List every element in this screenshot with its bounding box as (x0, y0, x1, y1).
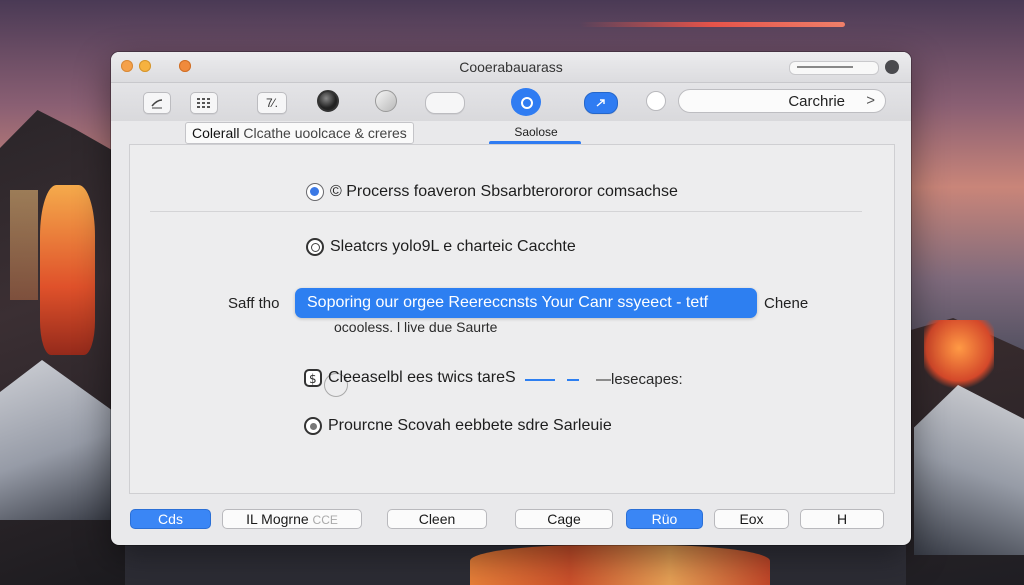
radio-selected-icon[interactable] (306, 183, 324, 201)
option-5-label: Prourcne Scovah eebbete sdre Sarleuie (328, 417, 612, 434)
account-icon[interactable] (885, 60, 899, 74)
option-2-label: Sleatcrs yolo9L e charteic Cacchte (330, 238, 576, 255)
dollar-glyph-icon: $ (309, 372, 317, 385)
svg-text:$: $ (309, 372, 317, 385)
option-5[interactable]: Prourcne Scovah eebbete sdre Sarleuie (304, 417, 612, 435)
edit-icon (151, 99, 163, 109)
button-h[interactable]: H (800, 509, 884, 529)
wallpaper-streak (580, 22, 845, 27)
dollar-icon[interactable]: $ (304, 369, 322, 387)
radio-ring-icon[interactable] (306, 238, 324, 256)
button-cage[interactable]: Cage (515, 509, 613, 529)
options-panel: © Procerss foaveron Sbsarbterororor coms… (129, 144, 895, 494)
tab-bar: Colerall Clcathe uoolcace & creres Saolo… (111, 122, 911, 146)
button-mogrne-faded: CCE (312, 513, 338, 527)
toggle-button[interactable] (425, 92, 465, 114)
target-inner-icon (521, 97, 533, 109)
option-4[interactable]: $ Cleeaselbl ees twics tareS (304, 369, 516, 387)
tab-selected[interactable]: Saolose (492, 123, 580, 141)
wallpaper-lava-right (924, 320, 994, 390)
button-cleen[interactable]: Cleen (387, 509, 487, 529)
wallpaper-lava-bottom (470, 545, 770, 585)
wallpaper-lava-left (40, 185, 95, 355)
option-1-label: © Procerss foaveron Sbsarbterororor coms… (330, 183, 678, 200)
button-ruo[interactable]: Rüo (626, 509, 703, 529)
search-input[interactable]: Carchrie > (678, 89, 886, 113)
share-button[interactable] (584, 92, 618, 114)
tool-button-3[interactable]: 7⁄. (257, 92, 287, 114)
option-2[interactable]: Sleatcrs yolo9L e charteic Cacchte (306, 238, 576, 256)
search-value: Carchrie (788, 92, 845, 110)
tool-button-2[interactable] (190, 92, 218, 114)
wallpaper-waterfall (10, 190, 38, 300)
button-mogrne[interactable]: IL Mogrne CCE (222, 509, 362, 529)
target-icon[interactable] (511, 88, 541, 116)
compass-icon[interactable] (375, 90, 397, 112)
option-3-prefix: Saff tho (228, 295, 280, 312)
divider (150, 211, 862, 212)
app-window: Cooerabauarass 7⁄. Carchrie > Colerall C… (111, 52, 911, 545)
titlebar-slider-track[interactable] (789, 61, 879, 75)
bottom-button-bar: Cds IL Mogrne CCE Cleen Cage Rüo Eox H (111, 507, 911, 535)
button-eox[interactable]: Eox (714, 509, 789, 529)
grid-icon (197, 98, 210, 108)
button-mogrne-label: IL Mogrne (246, 511, 309, 527)
dash-line-2 (567, 379, 579, 381)
slider-icon (797, 66, 853, 68)
arrow-icon (596, 99, 605, 107)
tab-main-label-1: Colerall (192, 125, 240, 141)
title-bar: Cooerabauarass (111, 52, 911, 83)
chevron-right-icon[interactable]: > (866, 92, 875, 109)
option-3-highlight[interactable]: Soporing our orgee Reereccnsts Your Canr… (295, 288, 757, 318)
option-4-label: Cleeaselbl ees twics tareS (328, 369, 516, 386)
tab-main-label-2: Clcathe uoolcace & creres (243, 125, 407, 141)
tool-button-1[interactable] (143, 92, 171, 114)
button-cds[interactable]: Cds (130, 509, 211, 529)
option-3-suffix: Chene (764, 295, 809, 312)
record-icon[interactable] (317, 90, 339, 112)
toolbar: 7⁄. Carchrie > (111, 83, 911, 121)
option-3-subtext: ocooless. l live due Saurte (334, 319, 498, 335)
dash-line-1 (525, 379, 555, 381)
status-circle-icon[interactable] (646, 91, 666, 111)
titlebar-controls (789, 58, 899, 76)
option-1[interactable]: © Procerss foaveron Sbsarbterororor coms… (306, 183, 678, 201)
option-4-right-label: —lesecapes: (596, 371, 683, 388)
tab-main[interactable]: Colerall Clcathe uoolcace & creres (185, 122, 414, 144)
radio-grey-icon[interactable] (304, 417, 322, 435)
